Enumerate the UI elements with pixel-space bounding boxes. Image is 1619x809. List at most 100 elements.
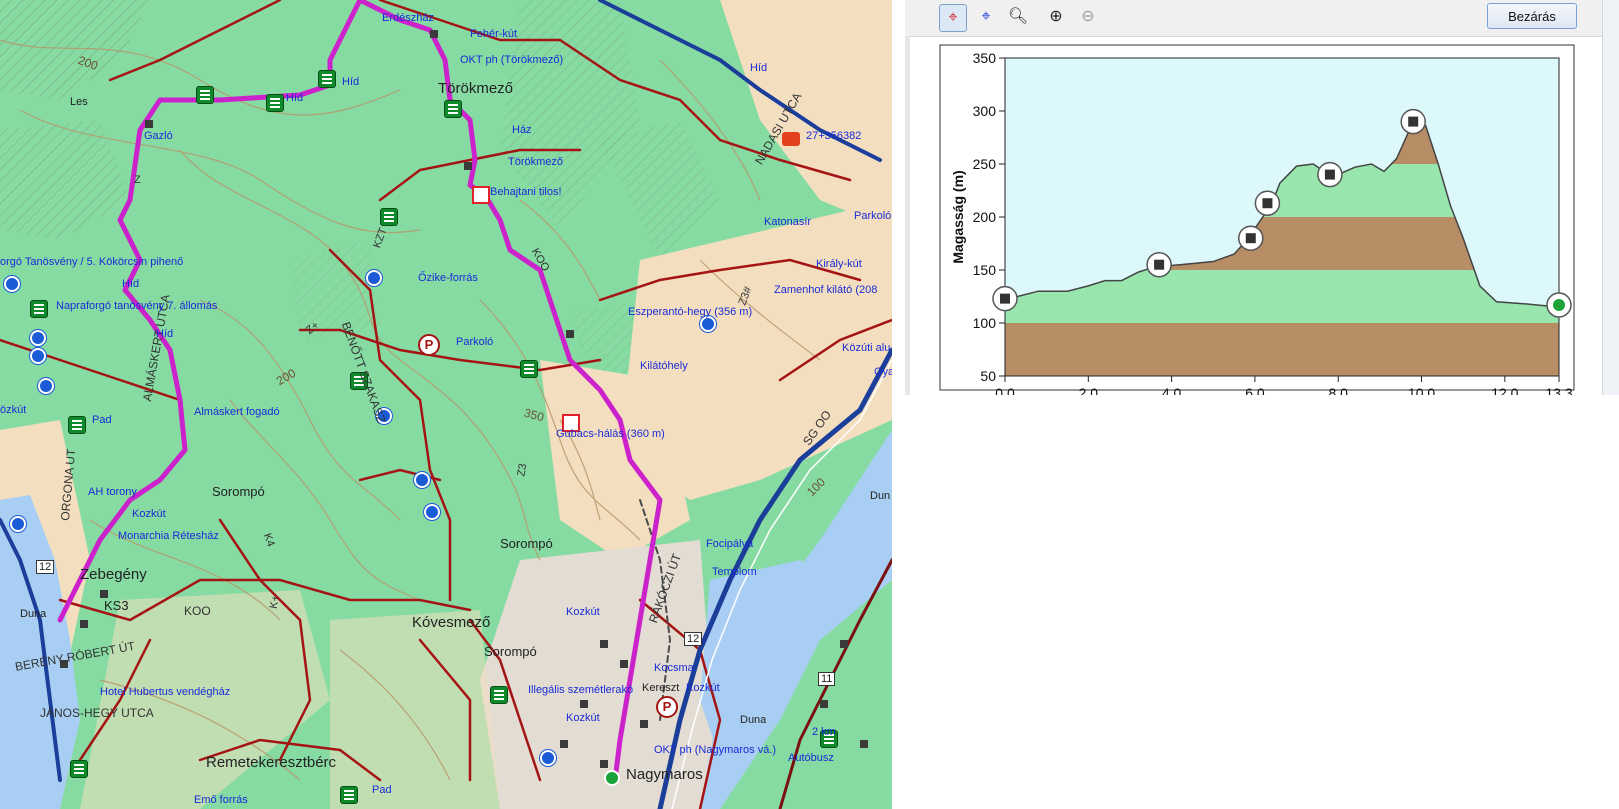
- poi-label: Őzike-forrás: [418, 272, 478, 284]
- info-icon[interactable]: [10, 516, 26, 532]
- waypoint-square-icon: [1000, 293, 1010, 304]
- trail-mark: KOO: [184, 604, 211, 618]
- picnic-table-icon[interactable]: [266, 94, 284, 112]
- info-icon[interactable]: [540, 750, 556, 766]
- zoom-icon[interactable]: 🔍︎: [1005, 4, 1031, 30]
- poi-label: Kozkút: [132, 508, 166, 520]
- info-icon[interactable]: [366, 270, 382, 286]
- y-tick-label: 350: [973, 50, 997, 66]
- trail-mark: K+: [267, 594, 282, 610]
- poi-label: Híd: [156, 328, 174, 340]
- picnic-table-icon[interactable]: [196, 86, 214, 104]
- waypoint-square-icon: [1154, 259, 1165, 270]
- poi-label: Monarchia Rétesház: [118, 530, 219, 542]
- poi-label: AH torony: [88, 486, 137, 498]
- poi-label: Templom: [712, 566, 757, 578]
- town-label: Remetekeresztbérc: [206, 754, 337, 771]
- trail-mark: Z: [134, 174, 141, 186]
- y-tick-label: 100: [973, 315, 997, 331]
- x-tick-label: 2.0: [1079, 385, 1099, 395]
- poi-label: Gazló: [144, 130, 173, 142]
- info-icon[interactable]: [424, 504, 440, 520]
- poi-label: Focipálya: [706, 538, 754, 550]
- poi-label: 2 km: [812, 726, 836, 738]
- picnic-table-icon[interactable]: [444, 100, 462, 118]
- poi-label: KS3: [104, 598, 129, 613]
- poi-label: Duna: [740, 714, 767, 726]
- x-tick-label: 4.0: [1162, 385, 1182, 395]
- poi-label: OKT ph (Törökmező): [460, 54, 564, 66]
- info-icon[interactable]: [38, 378, 54, 394]
- x-tick-label: 10.0: [1408, 385, 1435, 395]
- x-tick-label: 0.0: [995, 385, 1015, 395]
- poi-label: Zamenhof kilátó (208: [774, 284, 878, 296]
- poi-label: Hotel Hubertus vendégház: [100, 686, 231, 698]
- picnic-table-icon[interactable]: [490, 686, 508, 704]
- elevation-chart[interactable]: 50 100 150 200 250 300 350 0.0 2.0 4.0 6.0 8.0 10.0 1…: [905, 36, 1602, 395]
- poi-label: Híd: [286, 92, 304, 104]
- info-icon[interactable]: [414, 472, 430, 488]
- poi-label: Gya: [874, 366, 892, 378]
- x-tick-label: 13.3: [1545, 385, 1572, 395]
- poi-label: Közúti alu: [842, 342, 891, 354]
- topographic-map[interactable]: P P Törökmező Zebegény Kóvesmező Remetek…: [0, 0, 892, 809]
- poi-label: Híd: [342, 76, 360, 88]
- poi-label: Parkoló: [854, 210, 892, 222]
- info-icon[interactable]: [4, 276, 20, 292]
- x-tick-label: 12.0: [1491, 385, 1518, 395]
- poi-label: Kozkút: [566, 712, 600, 724]
- y-axis-label: Magasság (m): [950, 170, 966, 263]
- road-number-badge: 11: [818, 672, 836, 686]
- road-number-badge: 12: [684, 632, 703, 646]
- zoom-out-icon[interactable]: ⊖: [1075, 4, 1101, 30]
- window-frame-right[interactable]: [1602, 0, 1619, 395]
- poi-label: Kereszt: [642, 682, 680, 694]
- poi-label: Kozkút: [686, 682, 720, 694]
- picnic-table-icon[interactable]: [340, 786, 358, 804]
- x-tick-label: 6.0: [1245, 385, 1265, 395]
- poi-label: Király-kút: [816, 258, 862, 270]
- poi-label: Törökmező: [508, 156, 564, 168]
- picnic-table-icon[interactable]: [68, 416, 86, 434]
- town-label: Nagymaros: [626, 766, 703, 783]
- zoom-in-icon[interactable]: ⊕: [1043, 4, 1069, 30]
- poi-label: Eszperantó-hegy (356 m): [628, 306, 753, 318]
- poi-label: OKT ph (Nagymaros vá.): [654, 744, 777, 756]
- picnic-table-icon[interactable]: [30, 300, 48, 318]
- poi-label: Kocsma: [654, 662, 694, 674]
- y-tick-label: 200: [973, 209, 997, 225]
- poi-label: Sorompó: [212, 484, 265, 499]
- parking-icon[interactable]: P: [418, 334, 440, 356]
- poi-label: Erdészház: [382, 12, 434, 24]
- poi-label: Sorompó: [500, 536, 553, 551]
- info-icon[interactable]: [30, 330, 46, 346]
- poi-label: Les: [70, 96, 88, 108]
- info-icon[interactable]: [30, 348, 46, 364]
- track-end-icon: [604, 770, 620, 786]
- picnic-table-icon[interactable]: [520, 360, 538, 378]
- close-button[interactable]: Bezárás: [1487, 3, 1577, 29]
- picnic-table-icon[interactable]: [380, 208, 398, 226]
- poi-label: Emő forrás: [194, 794, 248, 806]
- picnic-table-icon[interactable]: [70, 760, 88, 778]
- parking-icon[interactable]: P: [656, 696, 678, 718]
- crosshair-blue-icon[interactable]: ⌖: [973, 4, 999, 30]
- poi-label: Autóbusz: [788, 752, 834, 764]
- info-icon[interactable]: [700, 316, 716, 332]
- waypoint-square-icon: [1262, 198, 1273, 209]
- poi-label: Pad: [372, 784, 392, 796]
- poi-label: Gubacs-hálás (360 m): [556, 428, 665, 440]
- no-entry-icon[interactable]: [472, 186, 490, 204]
- road-number-badge: 12: [36, 560, 55, 574]
- poi-label: Behajtani tilos!: [490, 186, 562, 198]
- poi-label: Híd: [750, 62, 768, 74]
- y-tick-label: 250: [973, 156, 997, 172]
- waypoint-square-icon: [1408, 116, 1419, 127]
- poi-label: Pad: [92, 414, 112, 426]
- poi-label: orgó Tanösvény / 5. Kökörcsin pihenő: [0, 256, 184, 268]
- picnic-table-icon[interactable]: [318, 70, 336, 88]
- poi-label: Kilátóhely: [640, 360, 688, 372]
- crosshair-red-icon[interactable]: ⌖: [939, 4, 967, 32]
- phone-icon[interactable]: [782, 132, 800, 146]
- poi-label: özkút: [0, 404, 27, 416]
